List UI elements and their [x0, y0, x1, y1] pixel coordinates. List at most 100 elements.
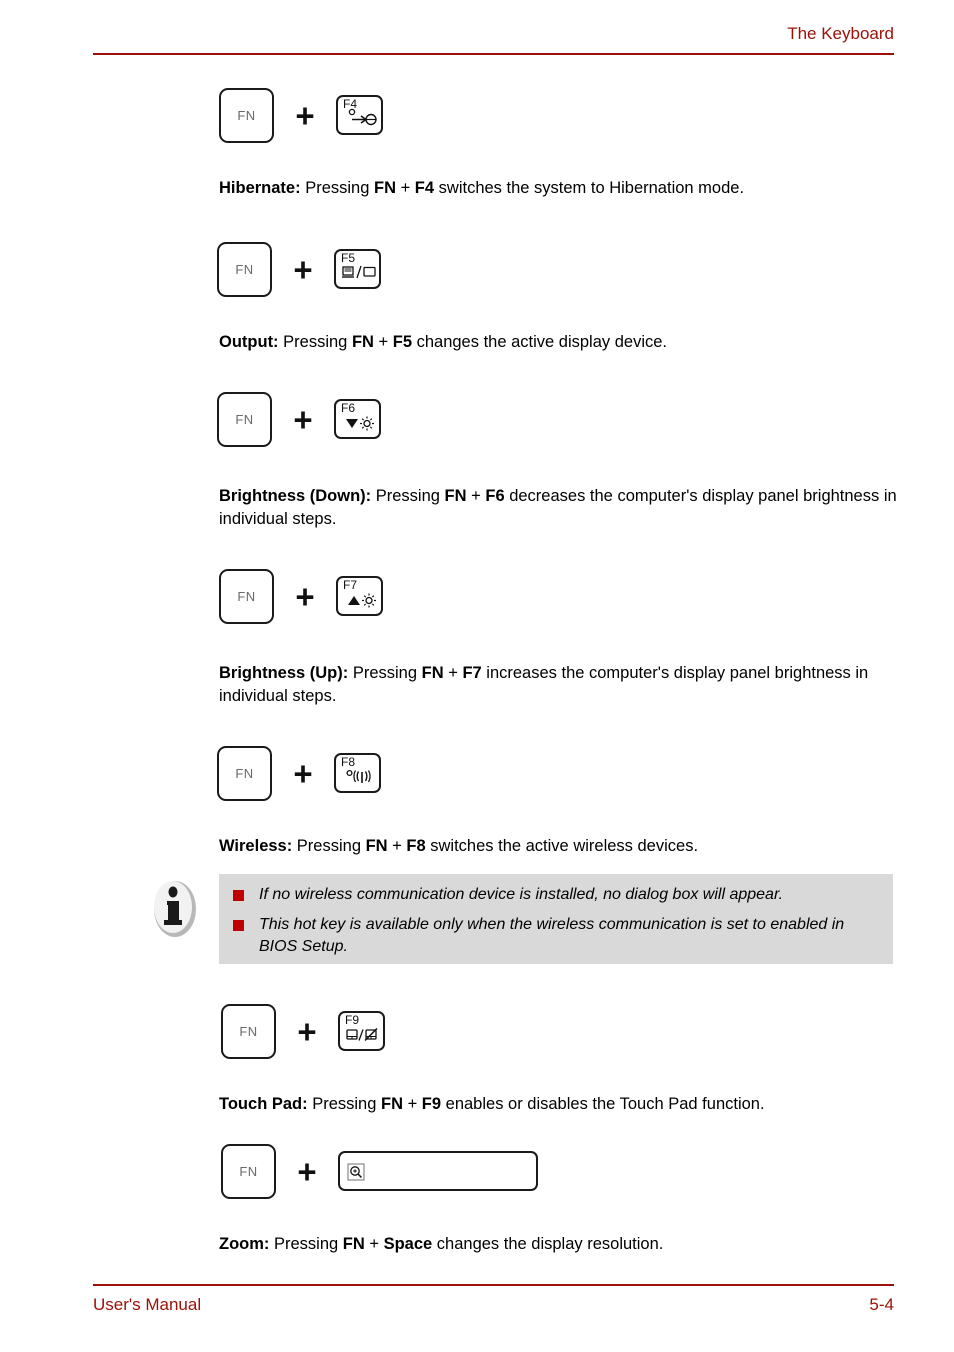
- brightness-down-text-1: Pressing: [371, 486, 445, 505]
- note-bullet-icon: [233, 920, 244, 931]
- output-text-2: changes the active display device.: [412, 332, 668, 351]
- brightness-down-mod: FN: [444, 486, 467, 505]
- hibernate-description: Hibernate: Pressing FN + F4 switches the…: [219, 177, 909, 200]
- key-combo-touchpad: FN + F9: [0, 1000, 954, 1062]
- note-item: This hot key is available only when the …: [219, 906, 893, 958]
- fn-key: FN: [221, 1143, 276, 1199]
- footer-page-number: 5-4: [869, 1295, 894, 1314]
- plus-icon: +: [293, 250, 313, 288]
- f8-key: F8: [334, 753, 381, 793]
- zoom-mod: FN: [342, 1234, 365, 1253]
- hibernate-mod: FN: [373, 178, 396, 197]
- f5-key: F5: [334, 249, 381, 289]
- fn-key: FN: [219, 87, 274, 143]
- page-header: The Keyboard: [60, 24, 894, 58]
- wireless-description: Wireless: Pressing FN + F8 switches the …: [219, 835, 909, 858]
- zoom-plus: +: [364, 1234, 384, 1253]
- zoom-text-1: Pressing: [269, 1234, 343, 1253]
- note-section: If no wireless communication device is i…: [0, 874, 954, 970]
- hibernate-fkey: F4: [414, 178, 435, 197]
- wireless-mod: FN: [365, 836, 388, 855]
- note-bullet-icon: [233, 890, 244, 901]
- wireless-plus: +: [387, 836, 407, 855]
- key-combo-wireless: FN + F8: [0, 742, 954, 804]
- key-combo-brightness-up: FN + F7: [0, 565, 954, 627]
- f9-key: F9: [338, 1011, 385, 1051]
- hibernate-text-1: Pressing: [300, 178, 374, 197]
- brightness-up-plus: +: [443, 663, 463, 682]
- plus-icon: +: [293, 754, 313, 792]
- fn-key-label: FN: [235, 765, 254, 781]
- display-output-icon: [342, 265, 376, 285]
- footer-divider: [93, 1284, 894, 1286]
- wireless-label: Wireless:: [219, 836, 293, 855]
- plus-icon: +: [293, 400, 313, 438]
- touchpad-icon: [346, 1027, 380, 1047]
- note-item-text: This hot key is available only when the …: [259, 916, 845, 955]
- wireless-fkey: F8: [406, 836, 426, 855]
- hibernate-text-2: switches the system to Hibernation mode.: [434, 178, 745, 197]
- brightness-up-icon: [346, 593, 378, 612]
- information-icon: [150, 880, 200, 938]
- plus-icon: +: [295, 577, 315, 615]
- page-header-title: The Keyboard: [787, 24, 894, 43]
- key-combo-zoom: FN +: [0, 1140, 954, 1202]
- touchpad-text-1: Pressing: [307, 1094, 381, 1113]
- wireless-icon: [346, 768, 376, 789]
- key-combo-output: FN + F5: [0, 238, 954, 300]
- output-plus: +: [373, 332, 393, 351]
- brightness-down-description: Brightness (Down): Pressing FN + F6 decr…: [219, 485, 909, 531]
- f7-key-label: F7: [343, 578, 358, 592]
- hibernate-icon: [348, 107, 378, 131]
- f6-key-label: F6: [341, 401, 356, 415]
- plus-icon: +: [297, 1012, 317, 1050]
- zoom-label: Zoom:: [219, 1234, 270, 1253]
- space-key: [338, 1151, 538, 1191]
- brightness-up-description: Brightness (Up): Pressing FN + F7 increa…: [219, 662, 909, 708]
- output-text-1: Pressing: [278, 332, 352, 351]
- wireless-text-2: switches the active wireless devices.: [425, 836, 699, 855]
- note-item-text: If no wireless communication device is i…: [259, 886, 784, 903]
- f9-key-label: F9: [345, 1013, 360, 1027]
- f5-key-label: F5: [341, 251, 356, 265]
- wireless-text-1: Pressing: [292, 836, 366, 855]
- fn-key: FN: [217, 745, 272, 801]
- page-footer: User's Manual 5-4: [60, 1284, 894, 1324]
- fn-key-label: FN: [239, 1023, 258, 1039]
- plus-icon: +: [297, 1152, 317, 1190]
- page-content: FN + F4 Hibernate: Pressing FN + F4 swit…: [0, 84, 954, 1272]
- brightness-down-icon: [344, 416, 376, 435]
- fn-key: FN: [221, 1003, 276, 1059]
- plus-icon: +: [295, 96, 315, 134]
- fn-key: FN: [217, 391, 272, 447]
- zoom-fkey: Space: [383, 1234, 433, 1253]
- zoom-text-2: changes the display resolution.: [432, 1234, 664, 1253]
- brightness-up-text-1: Pressing: [348, 663, 422, 682]
- brightness-up-mod: FN: [421, 663, 444, 682]
- touchpad-mod: FN: [380, 1094, 403, 1113]
- fn-key: FN: [219, 568, 274, 624]
- touchpad-label: Touch Pad:: [219, 1094, 308, 1113]
- fn-key-label: FN: [237, 107, 256, 123]
- touchpad-plus: +: [402, 1094, 422, 1113]
- footer-manual-label: User's Manual: [93, 1295, 202, 1314]
- zoom-icon: [346, 1162, 366, 1187]
- output-description: Output: Pressing FN + F5 changes the act…: [219, 331, 909, 354]
- fn-key-label: FN: [239, 1163, 258, 1179]
- key-combo-hibernate: FN + F4: [0, 84, 954, 146]
- output-label: Output:: [219, 332, 279, 351]
- brightness-down-label: Brightness (Down):: [219, 486, 372, 505]
- note-box: If no wireless communication device is i…: [219, 874, 893, 964]
- fn-key: FN: [217, 241, 272, 297]
- hibernate-plus: +: [395, 178, 415, 197]
- output-mod: FN: [351, 332, 374, 351]
- brightness-up-label: Brightness (Up):: [219, 663, 349, 682]
- touchpad-text-2: enables or disables the Touch Pad functi…: [441, 1094, 765, 1113]
- key-combo-brightness-down: FN + F6: [0, 388, 954, 450]
- touchpad-description: Touch Pad: Pressing FN + F9 enables or d…: [219, 1093, 909, 1116]
- note-item: If no wireless communication device is i…: [219, 874, 893, 906]
- f6-key: F6: [334, 399, 381, 439]
- fn-key-label: FN: [235, 411, 254, 427]
- f4-key: F4: [336, 95, 383, 135]
- fn-key-label: FN: [235, 261, 254, 277]
